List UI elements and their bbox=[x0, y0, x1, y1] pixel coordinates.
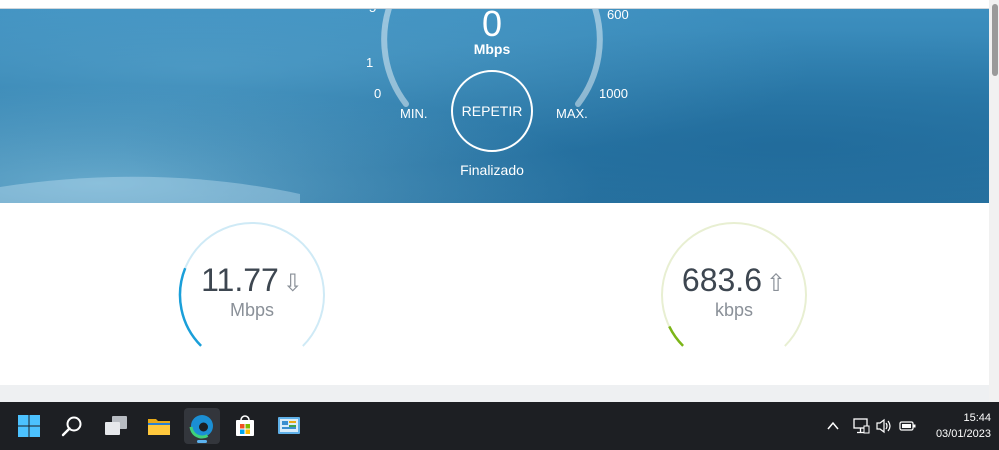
chevron-up-icon[interactable] bbox=[826, 419, 840, 438]
download-arrow-icon: ⇩ bbox=[282, 270, 303, 297]
download-gauge: 11.77 ⇩ Mbps bbox=[177, 220, 327, 370]
download-unit: Mbps bbox=[229, 300, 274, 320]
start-icon[interactable] bbox=[11, 408, 47, 444]
file-explorer-icon[interactable] bbox=[141, 408, 177, 444]
results-panel: 11.77 ⇩ Mbps 683.6 ⇧ kbps bbox=[0, 203, 989, 385]
download-value-row: 11.77 ⇩ bbox=[177, 262, 327, 299]
hero-wave bbox=[0, 176, 300, 203]
upload-gauge: 683.6 ⇧ kbps bbox=[659, 220, 809, 370]
speed-test-hero: 5 1 0 600 1000 MIN. MAX. 0 Mbps REPETIR … bbox=[0, 9, 989, 203]
upload-value-row: 683.6 ⇧ bbox=[659, 262, 809, 299]
scale-tick-5: 5 bbox=[369, 9, 376, 15]
upload-value: 683.6 bbox=[681, 262, 762, 298]
scale-tick-1: 1 bbox=[366, 55, 374, 70]
volume-icon[interactable] bbox=[875, 418, 893, 439]
network-icon[interactable] bbox=[852, 417, 870, 440]
scrollbar-thumb[interactable] bbox=[992, 4, 998, 76]
microsoft-store-icon[interactable] bbox=[227, 408, 263, 444]
current-speed-value: 0 bbox=[481, 9, 503, 44]
windows-taskbar: 15:44 03/01/2023 bbox=[0, 402, 999, 450]
max-label: MAX. bbox=[556, 106, 588, 121]
task-view-icon[interactable] bbox=[98, 408, 134, 444]
clock-time: 15:44 bbox=[963, 412, 991, 424]
browser-top-edge bbox=[0, 0, 989, 9]
system-clock[interactable]: 15:44 03/01/2023 bbox=[936, 410, 991, 442]
repeat-test-button[interactable]: REPETIR bbox=[451, 70, 533, 152]
upload-arrow-icon: ⇧ bbox=[765, 270, 787, 297]
left-gauge-arc bbox=[381, 9, 409, 107]
min-label: MIN. bbox=[400, 106, 428, 121]
search-icon[interactable] bbox=[54, 408, 90, 444]
scale-tick-0: 0 bbox=[374, 86, 382, 101]
scale-tick-1000: 1000 bbox=[599, 86, 628, 101]
control-panel-icon[interactable] bbox=[271, 408, 307, 444]
edge-icon[interactable] bbox=[184, 408, 220, 444]
footer-strip bbox=[0, 385, 989, 402]
test-status: Finalizado bbox=[460, 162, 524, 178]
download-value: 11.77 bbox=[201, 262, 279, 298]
upload-unit: kbps bbox=[714, 300, 754, 320]
right-gauge-arc bbox=[575, 9, 603, 107]
current-speed-unit: Mbps bbox=[473, 41, 511, 57]
clock-date: 03/01/2023 bbox=[935, 428, 991, 440]
scale-tick-600: 600 bbox=[607, 9, 629, 22]
battery-icon[interactable] bbox=[899, 419, 917, 438]
screen: 5 1 0 600 1000 MIN. MAX. 0 Mbps REPETIR … bbox=[0, 0, 999, 450]
